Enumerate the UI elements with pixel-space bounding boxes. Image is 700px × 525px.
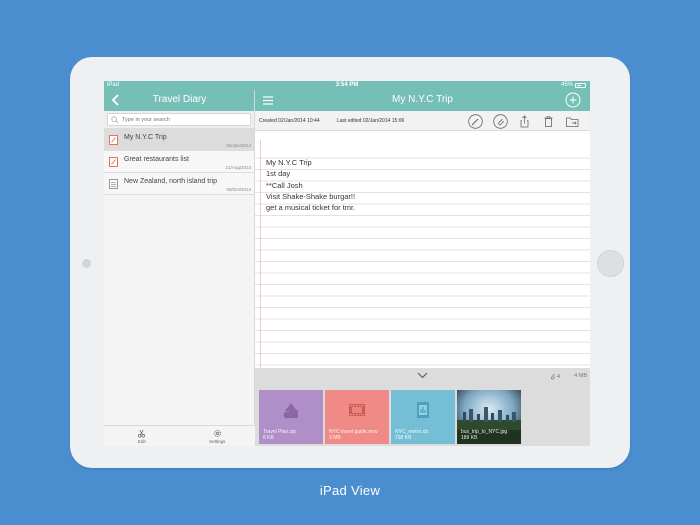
note-title: My N.Y.C Trip (124, 134, 167, 141)
paperclip-icon (550, 373, 556, 380)
note-detail: My N.Y.C Trip Created 02/Jan/2014 10:44 … (255, 90, 590, 446)
battery-percent: 45% (560, 82, 573, 88)
spreadsheet-icon (417, 402, 429, 418)
trash-icon[interactable] (541, 114, 556, 129)
sidebar-title: Travel Diary (152, 94, 207, 105)
camera-dot (82, 259, 91, 268)
created-date: Created 02/Jan/2014 10:44 (259, 118, 320, 124)
note-editor[interactable]: My N.Y.C Trip 1st day **Call Josh Visit … (255, 140, 590, 368)
attachment-tile-zip[interactable]: Travel Plan.zip 8 KB (259, 390, 323, 444)
settings-label: Settings (209, 438, 226, 444)
note-lines-icon (109, 179, 118, 189)
note-title-header: My N.Y.C Trip (392, 94, 453, 105)
edit-label: Edit (137, 438, 146, 444)
status-time: 3:54 PM (335, 82, 359, 88)
attachments-panel: 4 4 MB Travel Plan.zip 8 KB NYC travel g… (255, 368, 590, 446)
home-button[interactable] (597, 250, 624, 277)
gear-icon (213, 429, 221, 437)
sidebar: Travel Diary My N.Y.C Trip 02/Jan/2014 G… (104, 90, 255, 446)
film-icon (349, 404, 365, 416)
attachment-count: 4 (550, 373, 560, 380)
attachment-size: 798 KB (395, 435, 412, 441)
note-line: **Call Josh (266, 180, 303, 190)
attachment-size: 8 KB (263, 435, 274, 441)
caption: iPad View (319, 483, 381, 498)
settings-button[interactable]: Settings (180, 426, 256, 446)
note-line: 1st day (266, 169, 291, 179)
attachment-size: 189 KB (461, 435, 478, 441)
note-date: 21/Aug/2013 (225, 165, 251, 170)
main-header: My N.Y.C Trip (255, 90, 590, 111)
sidebar-header: Travel Diary (104, 90, 254, 111)
margin-line (260, 140, 261, 368)
status-bar: iPad 3:54 PM 45% (104, 81, 590, 90)
note-pencil-icon (109, 135, 118, 145)
battery-icon (575, 83, 586, 88)
edited-date: Last edited 02/Jan/2014 15:06 (337, 118, 405, 124)
note-list-item-new-zealand[interactable]: New Zealand, north island trip 08/Oct/20… (104, 173, 254, 195)
note-date: 08/Oct/2013 (226, 187, 251, 192)
scissors-icon (138, 429, 146, 437)
attachment-tile-xls[interactable]: NYC_metro.xls 798 KB (391, 390, 455, 444)
status-battery: 45% (561, 81, 586, 90)
note-line: My N.Y.C Trip (266, 158, 312, 167)
search-icon (111, 115, 119, 123)
note-body: My N.Y.C Trip 1st day **Call Josh Visit … (266, 157, 355, 213)
edit-pen-icon[interactable] (468, 114, 483, 129)
attachment-count-value: 4 (556, 373, 560, 380)
note-title: Great restaurants list (124, 156, 189, 163)
attachment-size: 3 MB (329, 435, 341, 441)
move-folder-icon[interactable] (565, 114, 580, 129)
chevron-down-icon[interactable] (417, 372, 428, 379)
ipad-screen: iPad 3:54 PM 45% Travel Diary My N.Y.C T… (104, 81, 590, 446)
edit-button[interactable]: Edit (104, 426, 180, 446)
share-icon[interactable] (517, 114, 532, 129)
note-toolbar: Created 02/Jan/2014 10:44 Last edited 02… (255, 111, 590, 131)
attach-paperclip-icon[interactable] (493, 114, 508, 129)
attachment-tile-mov[interactable]: NYC travel guide.mov 3 MB (325, 390, 389, 444)
search-bar (104, 111, 254, 129)
note-list-item-nyc[interactable]: My N.Y.C Trip 02/Jan/2014 (104, 129, 254, 151)
note-line: get a musical ticket for tmr. (266, 203, 356, 213)
search-input[interactable] (122, 116, 242, 123)
note-date: 02/Jan/2014 (226, 143, 251, 148)
sidebar-footer: Edit Settings (104, 425, 255, 446)
note-pencil-icon (109, 157, 118, 167)
note-line: Visit Shake-Shake burgar!! (266, 191, 356, 201)
note-list-item-restaurants[interactable]: Great restaurants list 21/Aug/2013 (104, 151, 254, 173)
attachment-total-size: 4 MB (574, 373, 587, 379)
search-box[interactable] (107, 113, 251, 126)
shapes-icon (283, 403, 298, 419)
add-note-icon[interactable] (565, 92, 581, 108)
note-title: New Zealand, north island trip (124, 178, 217, 185)
attachment-tile-jpg[interactable]: bus_trip_to_NYC.jpg 189 KB (457, 390, 521, 444)
